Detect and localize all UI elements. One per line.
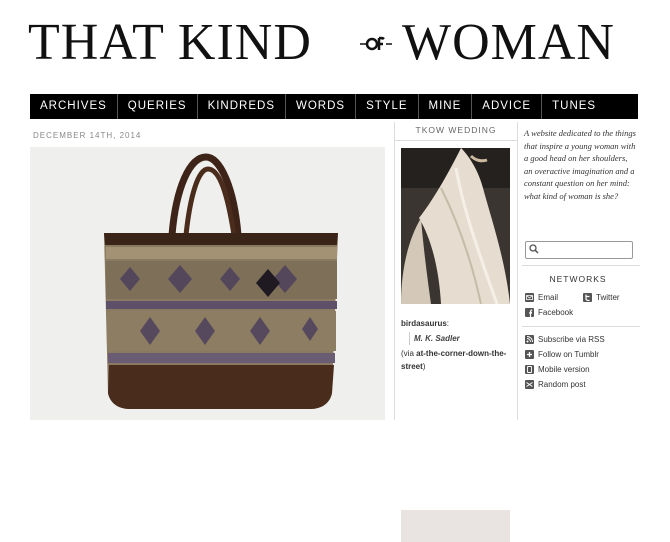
wedding-dress-image[interactable] <box>401 148 510 304</box>
tumblr-link[interactable]: Follow on Tumblr <box>525 350 599 359</box>
nav-kindreds[interactable]: KINDREDS <box>198 94 286 119</box>
sidebar: A website dedicated to the things that i… <box>522 122 642 420</box>
divider <box>522 326 640 327</box>
email-icon <box>525 293 534 302</box>
caption-colon: : <box>446 319 450 328</box>
wedding-caption: birdasaurus: M. K. Sadler (via at-the-co… <box>401 317 513 373</box>
wedding-title-divider <box>395 140 517 141</box>
twitter-icon <box>583 293 592 302</box>
next-wedding-image[interactable] <box>401 510 510 542</box>
facebook-link[interactable]: Facebook <box>525 308 573 317</box>
rss-link[interactable]: Subscribe via RSS <box>525 335 605 344</box>
twitter-link[interactable]: Twitter <box>583 293 620 302</box>
networks-title: NETWORKS <box>549 274 607 284</box>
nav-mine[interactable]: MINE <box>419 94 473 119</box>
email-link[interactable]: Email <box>525 293 558 302</box>
nav-style[interactable]: STYLE <box>356 94 419 119</box>
mobile-icon <box>525 365 534 374</box>
caption-via-prefix: (via <box>401 349 417 358</box>
nav-advice[interactable]: ADVICE <box>472 94 543 119</box>
mobile-label: Mobile version <box>538 365 590 374</box>
random-link[interactable]: Random post <box>525 380 586 389</box>
search-input[interactable] <box>525 241 633 259</box>
rss-icon <box>525 335 534 344</box>
nav-words[interactable]: WORDS <box>286 94 357 119</box>
plus-icon <box>525 350 534 359</box>
caption-quote: M. K. Sadler <box>409 332 513 345</box>
email-label: Email <box>538 293 559 302</box>
rss-label: Subscribe via RSS <box>538 335 605 344</box>
twitter-label: Twitter <box>596 293 620 302</box>
logo-woman: WOMAN <box>402 14 615 71</box>
main-nav: ARCHIVES QUERIES KINDREDS WORDS STYLE MI… <box>30 94 638 119</box>
post-image-tote-bag[interactable] <box>30 147 385 420</box>
tumblr-label: Follow on Tumblr <box>538 350 599 359</box>
caption-via-link[interactable]: at-the-corner-down-the-street <box>401 349 506 371</box>
nav-queries[interactable]: QUERIES <box>118 94 198 119</box>
wedding-column: TKOW WEDDING birdasaurus: M. K. Sadler (… <box>394 122 518 542</box>
wedding-section-title: TKOW WEDDING <box>415 125 497 135</box>
search-icon <box>529 244 539 254</box>
logo-of-emblem <box>358 33 394 55</box>
nav-archives[interactable]: ARCHIVES <box>30 94 118 119</box>
shuffle-icon <box>525 380 534 389</box>
facebook-label: Facebook <box>538 308 574 317</box>
logo-that-kind: THAT KIND <box>28 14 312 71</box>
caption-via-suffix: ) <box>422 362 426 371</box>
site-logo[interactable]: THAT KIND WOMAN <box>0 12 670 74</box>
caption-user[interactable]: birdasaurus <box>401 319 447 328</box>
random-label: Random post <box>538 380 586 389</box>
nav-tunes[interactable]: TUNES <box>542 94 606 119</box>
post-date: DECEMBER 14TH, 2014 <box>33 131 142 140</box>
divider <box>522 265 640 266</box>
mobile-link[interactable]: Mobile version <box>525 365 590 374</box>
site-tagline: A website dedicated to the things that i… <box>524 128 636 201</box>
facebook-icon <box>525 308 534 317</box>
